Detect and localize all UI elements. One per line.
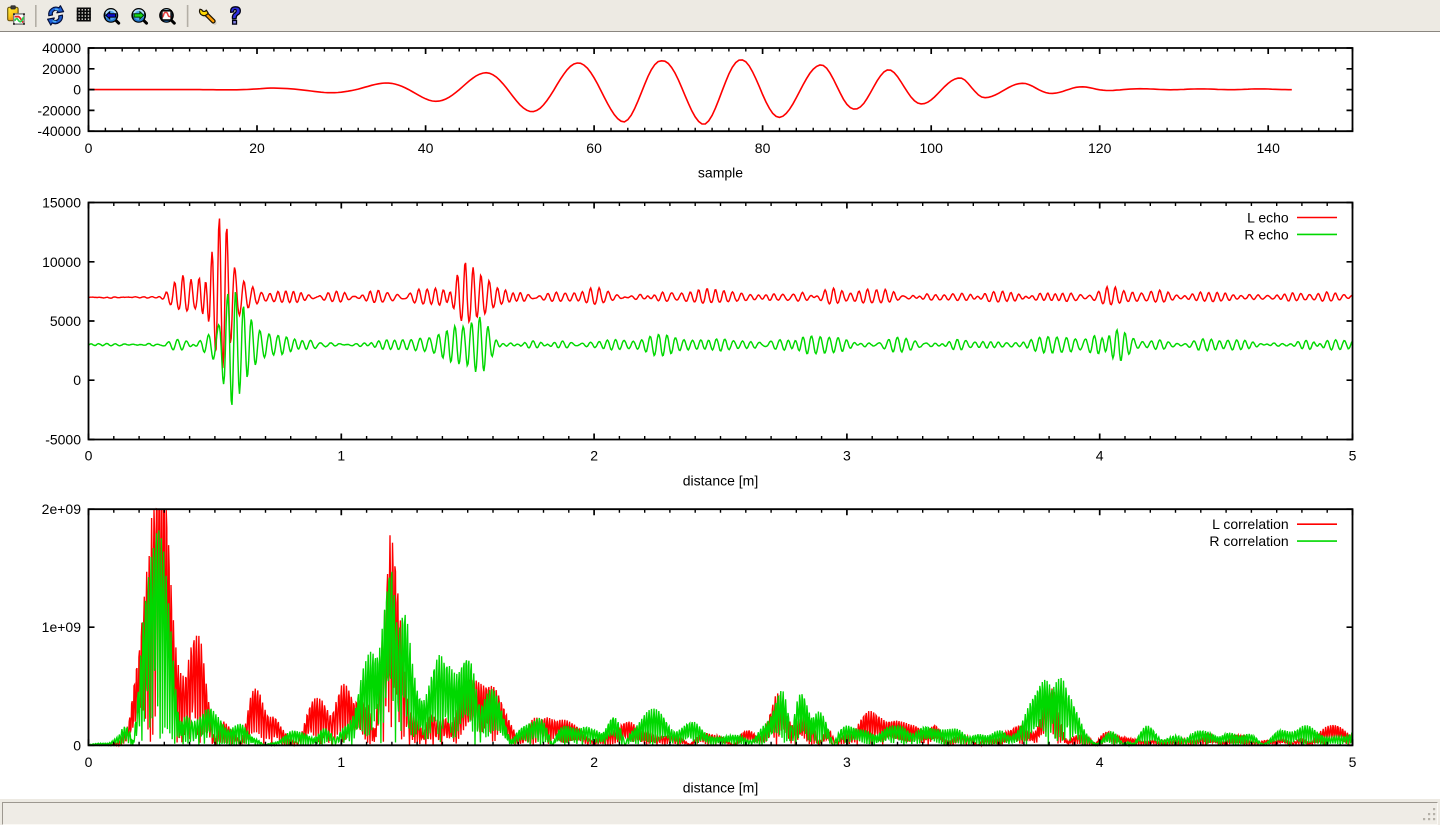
svg-text:40: 40 xyxy=(418,140,434,156)
svg-text:80: 80 xyxy=(755,140,771,156)
svg-text:0: 0 xyxy=(85,754,93,770)
svg-text:2e+09: 2e+09 xyxy=(42,501,82,517)
svg-text:0: 0 xyxy=(85,140,93,156)
svg-text:0: 0 xyxy=(85,447,93,463)
svg-text:L correlation: L correlation xyxy=(1212,516,1289,532)
svg-text:sample: sample xyxy=(698,164,743,180)
svg-text:0: 0 xyxy=(73,82,81,98)
svg-text:20000: 20000 xyxy=(42,61,81,77)
svg-text:20: 20 xyxy=(249,140,265,156)
svg-text:1e+09: 1e+09 xyxy=(42,619,82,635)
svg-text:1: 1 xyxy=(337,754,345,770)
svg-text:R correlation: R correlation xyxy=(1209,533,1288,549)
svg-text:15000: 15000 xyxy=(42,195,81,211)
svg-text:5: 5 xyxy=(1349,447,1357,463)
svg-text:100: 100 xyxy=(920,140,944,156)
svg-text:4: 4 xyxy=(1096,754,1104,770)
svg-text:10000: 10000 xyxy=(42,254,81,270)
svg-text:2: 2 xyxy=(590,447,598,463)
svg-text:-20000: -20000 xyxy=(37,102,81,118)
svg-text:40000: 40000 xyxy=(42,40,81,56)
svg-text:2: 2 xyxy=(590,754,598,770)
svg-text:3: 3 xyxy=(843,447,851,463)
svg-text:60: 60 xyxy=(586,140,602,156)
svg-text:140: 140 xyxy=(1257,140,1281,156)
svg-text:0: 0 xyxy=(73,372,81,388)
svg-text:R echo: R echo xyxy=(1244,226,1289,242)
svg-text:distance [m]: distance [m] xyxy=(683,779,758,795)
svg-text:-40000: -40000 xyxy=(37,123,81,139)
svg-text:4: 4 xyxy=(1096,447,1104,463)
svg-text:distance [m]: distance [m] xyxy=(683,473,758,489)
svg-text:5000: 5000 xyxy=(50,313,81,329)
svg-text:L echo: L echo xyxy=(1247,210,1289,226)
svg-text:3: 3 xyxy=(843,754,851,770)
svg-text:1: 1 xyxy=(337,447,345,463)
svg-text:0: 0 xyxy=(73,737,81,753)
svg-text:5: 5 xyxy=(1349,754,1357,770)
svg-text:120: 120 xyxy=(1088,140,1112,156)
svg-text:-5000: -5000 xyxy=(45,432,81,448)
